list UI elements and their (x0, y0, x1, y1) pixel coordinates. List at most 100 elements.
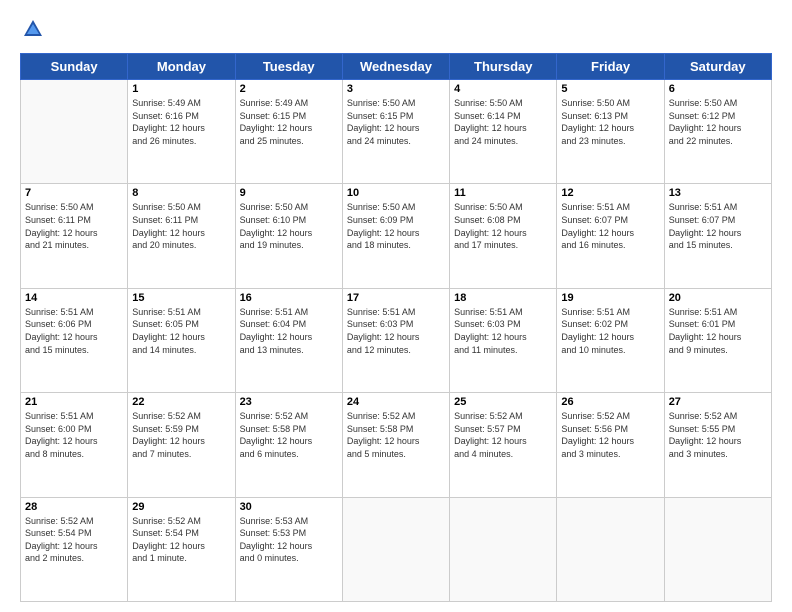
calendar-cell: 22 Sunrise: 5:52 AM Sunset: 5:59 PM Dayli… (128, 393, 235, 497)
calendar-cell: 1 Sunrise: 5:49 AM Sunset: 6:16 PM Daylig… (128, 80, 235, 184)
day-info: Sunrise: 5:51 AM Sunset: 6:03 PM Dayligh… (347, 306, 445, 356)
calendar-table: SundayMondayTuesdayWednesdayThursdayFrid… (20, 53, 772, 602)
calendar-cell: 7 Sunrise: 5:50 AM Sunset: 6:11 PM Daylig… (21, 184, 128, 288)
calendar-cell: 13 Sunrise: 5:51 AM Sunset: 6:07 PM Dayli… (664, 184, 771, 288)
day-info: Sunrise: 5:52 AM Sunset: 5:59 PM Dayligh… (132, 410, 230, 460)
day-info: Sunrise: 5:50 AM Sunset: 6:09 PM Dayligh… (347, 201, 445, 251)
calendar-cell: 23 Sunrise: 5:52 AM Sunset: 5:58 PM Dayli… (235, 393, 342, 497)
day-header-sunday: Sunday (21, 54, 128, 80)
day-number: 27 (669, 396, 767, 408)
day-number: 18 (454, 292, 552, 304)
calendar-cell: 12 Sunrise: 5:51 AM Sunset: 6:07 PM Dayli… (557, 184, 664, 288)
day-info: Sunrise: 5:51 AM Sunset: 6:03 PM Dayligh… (454, 306, 552, 356)
page: SundayMondayTuesdayWednesdayThursdayFrid… (0, 0, 792, 612)
calendar-cell: 30 Sunrise: 5:53 AM Sunset: 5:53 PM Dayli… (235, 497, 342, 601)
logo (20, 18, 44, 45)
calendar-cell: 16 Sunrise: 5:51 AM Sunset: 6:04 PM Dayli… (235, 288, 342, 392)
day-number: 2 (240, 83, 338, 95)
calendar-cell: 17 Sunrise: 5:51 AM Sunset: 6:03 PM Dayli… (342, 288, 449, 392)
day-number: 6 (669, 83, 767, 95)
calendar-cell: 6 Sunrise: 5:50 AM Sunset: 6:12 PM Daylig… (664, 80, 771, 184)
day-number: 5 (561, 83, 659, 95)
calendar-week-row: 7 Sunrise: 5:50 AM Sunset: 6:11 PM Daylig… (21, 184, 772, 288)
day-number: 4 (454, 83, 552, 95)
day-number: 15 (132, 292, 230, 304)
day-number: 14 (25, 292, 123, 304)
day-info: Sunrise: 5:52 AM Sunset: 5:54 PM Dayligh… (132, 515, 230, 565)
day-header-thursday: Thursday (450, 54, 557, 80)
day-info: Sunrise: 5:50 AM Sunset: 6:14 PM Dayligh… (454, 97, 552, 147)
calendar-cell: 15 Sunrise: 5:51 AM Sunset: 6:05 PM Dayli… (128, 288, 235, 392)
calendar-cell: 3 Sunrise: 5:50 AM Sunset: 6:15 PM Daylig… (342, 80, 449, 184)
calendar-cell: 26 Sunrise: 5:52 AM Sunset: 5:56 PM Dayli… (557, 393, 664, 497)
day-header-tuesday: Tuesday (235, 54, 342, 80)
day-header-wednesday: Wednesday (342, 54, 449, 80)
day-info: Sunrise: 5:49 AM Sunset: 6:15 PM Dayligh… (240, 97, 338, 147)
calendar-header-row: SundayMondayTuesdayWednesdayThursdayFrid… (21, 54, 772, 80)
day-info: Sunrise: 5:52 AM Sunset: 5:58 PM Dayligh… (240, 410, 338, 460)
day-number: 12 (561, 187, 659, 199)
calendar-cell: 11 Sunrise: 5:50 AM Sunset: 6:08 PM Dayli… (450, 184, 557, 288)
day-info: Sunrise: 5:50 AM Sunset: 6:11 PM Dayligh… (25, 201, 123, 251)
day-number: 23 (240, 396, 338, 408)
day-number: 28 (25, 501, 123, 513)
day-number: 24 (347, 396, 445, 408)
day-number: 29 (132, 501, 230, 513)
day-info: Sunrise: 5:52 AM Sunset: 5:54 PM Dayligh… (25, 515, 123, 565)
day-info: Sunrise: 5:49 AM Sunset: 6:16 PM Dayligh… (132, 97, 230, 147)
day-info: Sunrise: 5:51 AM Sunset: 6:07 PM Dayligh… (669, 201, 767, 251)
calendar-cell: 20 Sunrise: 5:51 AM Sunset: 6:01 PM Dayli… (664, 288, 771, 392)
day-info: Sunrise: 5:50 AM Sunset: 6:13 PM Dayligh… (561, 97, 659, 147)
calendar-cell: 10 Sunrise: 5:50 AM Sunset: 6:09 PM Dayli… (342, 184, 449, 288)
day-number: 3 (347, 83, 445, 95)
day-header-saturday: Saturday (664, 54, 771, 80)
calendar-cell (21, 80, 128, 184)
day-info: Sunrise: 5:50 AM Sunset: 6:11 PM Dayligh… (132, 201, 230, 251)
calendar-cell: 18 Sunrise: 5:51 AM Sunset: 6:03 PM Dayli… (450, 288, 557, 392)
header (20, 18, 772, 45)
calendar-cell: 9Sunrise: 5:50 AM Sunset: 6:10 PM Daylig… (235, 184, 342, 288)
calendar-cell: 24Sunrise: 5:52 AM Sunset: 5:58 PM Dayli… (342, 393, 449, 497)
logo-icon (22, 18, 44, 45)
day-info: Sunrise: 5:51 AM Sunset: 6:05 PM Dayligh… (132, 306, 230, 356)
calendar-week-row: 14 Sunrise: 5:51 AM Sunset: 6:06 PM Dayli… (21, 288, 772, 392)
day-info: Sunrise: 5:52 AM Sunset: 5:55 PM Dayligh… (669, 410, 767, 460)
calendar-cell (557, 497, 664, 601)
calendar-cell: 28 Sunrise: 5:52 AM Sunset: 5:54 PM Dayli… (21, 497, 128, 601)
calendar-cell: 14 Sunrise: 5:51 AM Sunset: 6:06 PM Dayli… (21, 288, 128, 392)
calendar-cell (342, 497, 449, 601)
calendar-cell: 27 Sunrise: 5:52 AM Sunset: 5:55 PM Dayli… (664, 393, 771, 497)
day-number: 25 (454, 396, 552, 408)
day-info: Sunrise: 5:50 AM Sunset: 6:12 PM Dayligh… (669, 97, 767, 147)
calendar-cell: 2 Sunrise: 5:49 AM Sunset: 6:15 PM Daylig… (235, 80, 342, 184)
day-info: Sunrise: 5:50 AM Sunset: 6:08 PM Dayligh… (454, 201, 552, 251)
day-info: Sunrise: 5:51 AM Sunset: 6:06 PM Dayligh… (25, 306, 123, 356)
day-number: 30 (240, 501, 338, 513)
day-number: 21 (25, 396, 123, 408)
day-number: 7 (25, 187, 123, 199)
calendar-week-row: 1 Sunrise: 5:49 AM Sunset: 6:16 PM Daylig… (21, 80, 772, 184)
calendar-cell: 4 Sunrise: 5:50 AM Sunset: 6:14 PM Daylig… (450, 80, 557, 184)
calendar-week-row: 21 Sunrise: 5:51 AM Sunset: 6:00 PM Dayli… (21, 393, 772, 497)
day-info: Sunrise: 5:51 AM Sunset: 6:01 PM Dayligh… (669, 306, 767, 356)
day-info: Sunrise: 5:51 AM Sunset: 6:07 PM Dayligh… (561, 201, 659, 251)
day-number: 20 (669, 292, 767, 304)
day-number: 1 (132, 83, 230, 95)
day-info: Sunrise: 5:51 AM Sunset: 6:00 PM Dayligh… (25, 410, 123, 460)
day-info: Sunrise: 5:50 AM Sunset: 6:15 PM Dayligh… (347, 97, 445, 147)
day-number: 11 (454, 187, 552, 199)
day-info: Sunrise: 5:52 AM Sunset: 5:57 PM Dayligh… (454, 410, 552, 460)
day-number: 17 (347, 292, 445, 304)
day-number: 13 (669, 187, 767, 199)
day-info: Sunrise: 5:52 AM Sunset: 5:56 PM Dayligh… (561, 410, 659, 460)
calendar-cell: 21 Sunrise: 5:51 AM Sunset: 6:00 PM Dayli… (21, 393, 128, 497)
day-number: 16 (240, 292, 338, 304)
calendar-cell (450, 497, 557, 601)
calendar-cell: 5 Sunrise: 5:50 AM Sunset: 6:13 PM Daylig… (557, 80, 664, 184)
day-info: Sunrise: 5:51 AM Sunset: 6:04 PM Dayligh… (240, 306, 338, 356)
day-number: 26 (561, 396, 659, 408)
day-number: 10 (347, 187, 445, 199)
day-info: Sunrise: 5:53 AM Sunset: 5:53 PM Dayligh… (240, 515, 338, 565)
calendar-week-row: 28 Sunrise: 5:52 AM Sunset: 5:54 PM Dayli… (21, 497, 772, 601)
day-number: 22 (132, 396, 230, 408)
